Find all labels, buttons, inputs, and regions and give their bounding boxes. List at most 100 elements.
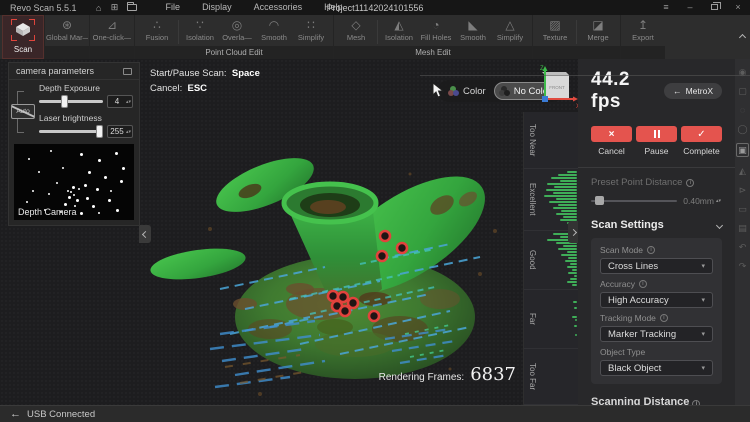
slider-handle[interactable] [61,95,68,108]
undo-icon[interactable]: ↶ [739,242,747,252]
scan-label: Scan [14,45,32,54]
rect-select-icon[interactable]: ▢ [738,86,747,96]
simplify-icon: ∷ [307,18,315,33]
laser-brightness-value[interactable]: 255 ▴▾ [107,125,133,138]
object-type-dropdown[interactable]: Black Object ▾ [600,360,713,376]
rendering-frames-label: Rendering Frames: [379,372,465,383]
tracking-mode-value: Marker Tracking [608,329,676,340]
open-folder-icon[interactable] [127,4,137,11]
depth-exposure-value[interactable]: 4 ▴▾ [107,95,133,108]
info-icon[interactable]: i [686,179,694,187]
isolation-button[interactable]: ∵ Isolation [182,17,218,42]
depth-camera-label: Depth Camera [18,207,77,217]
scan-leaf-left [150,243,247,284]
metrox-button[interactable]: ← MetroX [664,83,722,99]
merge-button[interactable]: ◪ Merge [580,17,616,42]
tracking-mode-dropdown[interactable]: Marker Tracking ▾ [600,326,713,342]
mesh-smooth-button[interactable]: ◣ Smooth [455,17,491,42]
redo-icon[interactable]: ↷ [739,261,747,271]
spinner-arrows-icon[interactable]: ▴▾ [716,199,722,203]
spinner-arrows-icon[interactable]: ▴▾ [126,100,132,104]
no-color-mode-icon [499,86,510,96]
contrast-icon[interactable]: ◭ [739,166,746,176]
merge-icon: ◪ [592,18,603,33]
global-marker-button[interactable]: ⊛ Global Mar— [49,17,85,42]
spinner-arrows-icon[interactable]: ▴▾ [126,130,132,134]
simplify-button[interactable]: ∷ Simplify [293,17,329,42]
slider-handle[interactable] [96,125,103,138]
accuracy-label: Accuracy [600,279,635,289]
group-caption [533,46,620,59]
one-click-button[interactable]: ⊿ One-click— [94,17,130,42]
color-option[interactable]: Color [446,86,494,97]
depth-exposure-label: Depth Exposure [39,83,138,93]
export-button[interactable]: ↥ Export [625,17,661,42]
scan-mode-dropdown[interactable]: Cross Lines ▾ [600,258,713,274]
detach-panel-icon[interactable] [123,68,132,75]
tool-label: Simplify [298,33,324,42]
pause-scan-button[interactable] [636,126,677,142]
menu-file[interactable]: File [155,0,192,15]
selected-region-icon[interactable]: ▣ [736,143,749,157]
info-icon[interactable]: i [647,246,655,254]
texture-button[interactable]: ▨ Texture [537,17,573,42]
accuracy-dropdown[interactable]: High Accuracy ▾ [600,292,713,308]
right-panel-collapse-button[interactable] [568,221,578,243]
slider-handle[interactable] [595,196,604,205]
menu-accessories[interactable]: Accessories [243,0,314,15]
scan-settings-header[interactable]: Scan Settings [591,219,722,231]
flag-icon[interactable]: ⊳ [739,185,747,195]
preset-point-distance-slider[interactable] [591,200,677,202]
overlap-button[interactable]: ◎ Overla— [219,17,255,42]
fill-holes-button[interactable]: ◔ Fill Holes [418,17,454,42]
laser-brightness-slider[interactable] [39,130,103,133]
settings-sliders-icon[interactable]: ≡ [654,0,678,15]
auto-exposure-toggle[interactable]: Auto [11,104,35,119]
mouse-cursor-icon [432,83,444,98]
complete-scan-button[interactable]: ✓ [681,126,722,142]
group-caption [621,46,665,59]
group-caption [90,46,134,59]
restore-button[interactable] [702,0,726,15]
menu-display[interactable]: Display [191,0,243,15]
preset-point-distance-value[interactable]: 0.40mm ▴▾ [683,196,722,206]
gizmo-front-label: FRONT [549,85,565,90]
chevron-right-icon [569,228,576,235]
lasso-select-icon[interactable]: ◌ [740,105,745,115]
info-icon[interactable]: i [639,280,647,288]
toolbar-collapse-button[interactable] [740,27,745,45]
complete-label: Complete [683,146,719,156]
pause-icon [654,130,660,138]
toolbar-group-one-click: ⊿ One-click— [89,15,134,59]
scan-mode-value: Cross Lines [608,261,658,272]
caret-down-icon: ▾ [701,296,705,304]
circle-select-icon[interactable]: ◯ [737,124,747,134]
mesh-isolation-button[interactable]: ◭ Isolation [381,17,417,42]
screenshot-icon[interactable]: ▤ [738,223,747,233]
cancel-scan-button[interactable]: × [591,126,632,142]
accuracy-value: High Accuracy [608,295,669,306]
bounding-box-icon[interactable]: ▭ [738,204,747,214]
mesh-smooth-icon: ◣ [468,18,477,33]
object-type-value: Black Object [608,363,661,374]
menu-help[interactable]: Help [313,0,354,15]
mesh-simplify-button[interactable]: △ Simplify [492,17,528,42]
hotkey-hints: Start/Pause Scan: Space Cancel: ESC [150,66,260,96]
cancel-label: Cancel [598,146,624,156]
mesh-button[interactable]: ◇ Mesh [338,17,374,42]
tool-label: Overla— [222,33,252,42]
new-project-icon[interactable]: ⊞ [107,2,123,13]
axis-gizmo[interactable]: FRONT Z X [528,62,578,116]
fusion-button[interactable]: ∴ Fusion [139,17,175,42]
minimize-button[interactable]: – [678,0,702,15]
info-icon[interactable]: i [660,314,668,322]
depth-exposure-slider[interactable] [39,100,103,103]
smooth-button[interactable]: ◠ Smooth [256,17,292,42]
scan-button[interactable]: Scan [2,15,44,59]
separator [178,20,179,44]
home-icon[interactable]: ⌂ [91,3,107,13]
close-button[interactable]: × [726,0,750,15]
object-type-label: Object Type [600,347,645,357]
left-panel-collapse-button[interactable] [139,225,151,243]
check-icon: ✓ [697,129,705,140]
